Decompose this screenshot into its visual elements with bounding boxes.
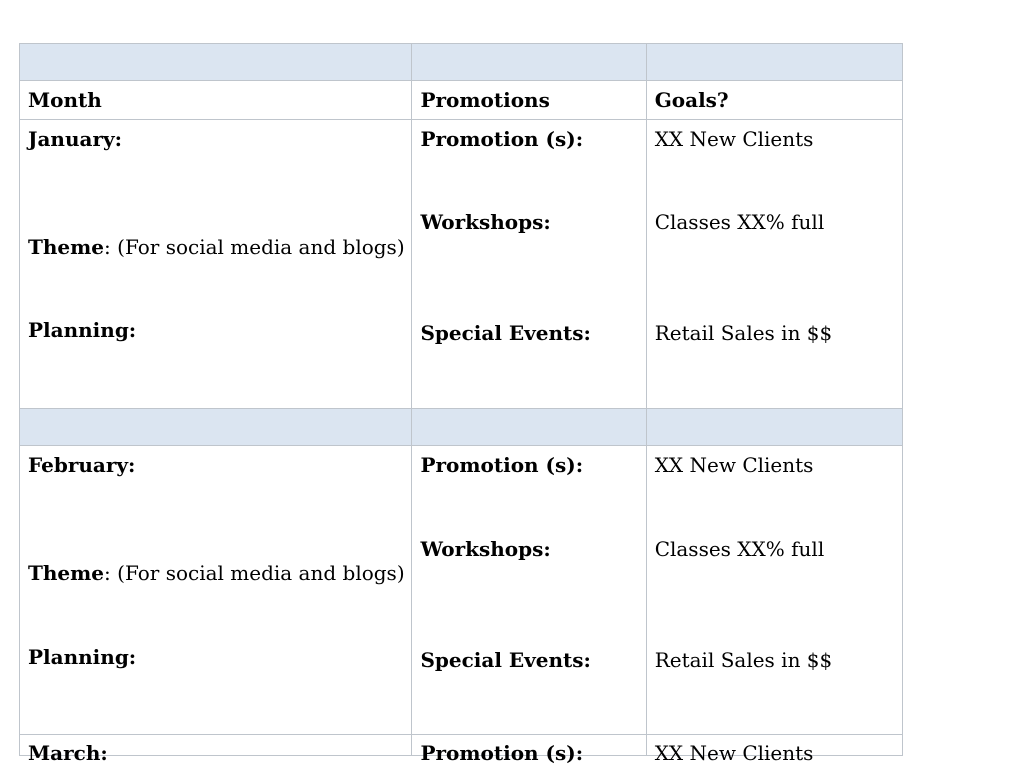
- month-header: Month: [28, 88, 102, 112]
- theme-line: Theme: (For social media and blogs): [28, 235, 405, 259]
- promotions-cell: Promotion (s): Workshops: Special Events…: [411, 445, 647, 735]
- month-row-february: February: Theme: (For social media and b…: [18, 445, 904, 735]
- month-name: March:: [28, 741, 108, 765]
- month-header-cell: Month: [18, 80, 413, 120]
- header-row: Month Promotions Goals?: [18, 80, 904, 120]
- shaded-band-cell: [645, 408, 904, 446]
- shaded-band-cell: [18, 408, 413, 446]
- month-cell: February: Theme: (For social media and b…: [18, 445, 413, 735]
- goals-header: Goals?: [654, 88, 729, 112]
- month-cell: January: Theme: (For social media and bl…: [18, 119, 413, 409]
- planning-label: Planning:: [28, 318, 137, 342]
- promotions-header: Promotions: [420, 88, 550, 112]
- month-cell: March:: [18, 734, 413, 765]
- promotions-header-cell: Promotions: [411, 80, 647, 120]
- marketing-calendar-table: Month Promotions Goals? January: Theme: …: [18, 43, 904, 765]
- goal-retail-sales: Retail Sales in $$: [654, 648, 833, 672]
- special-events-label: Special Events:: [420, 321, 591, 345]
- shaded-band-cell: [645, 43, 904, 81]
- goals-header-cell: Goals?: [645, 80, 904, 120]
- shaded-band-cell: [411, 408, 647, 446]
- goal-new-clients: XX New Clients: [654, 127, 814, 151]
- goal-new-clients: XX New Clients: [654, 741, 814, 765]
- shaded-band-cell: [411, 43, 647, 81]
- goals-cell: XX New Clients Classes XX% full Retail S…: [645, 445, 904, 735]
- goal-retail-sales: Retail Sales in $$: [654, 321, 833, 345]
- month-name: February:: [28, 453, 136, 477]
- promotion-label: Promotion (s):: [420, 127, 584, 151]
- workshops-label: Workshops:: [420, 210, 551, 234]
- month-row-january: January: Theme: (For social media and bl…: [18, 119, 904, 409]
- goal-new-clients: XX New Clients: [654, 453, 814, 477]
- theme-text: : (For social media and blogs): [104, 235, 405, 259]
- month-name: January:: [28, 127, 123, 151]
- promotion-label: Promotion (s):: [420, 741, 584, 765]
- theme-text: : (For social media and blogs): [104, 561, 405, 585]
- goal-classes-full: Classes XX% full: [654, 210, 825, 234]
- shaded-band-row: [18, 408, 904, 446]
- theme-line: Theme: (For social media and blogs): [28, 561, 405, 585]
- promotions-cell: Promotion (s): Workshops: Special Events…: [411, 119, 647, 409]
- workshops-label: Workshops:: [420, 537, 551, 561]
- shaded-band-cell: [18, 43, 413, 81]
- goals-cell: XX New Clients: [645, 734, 904, 765]
- promotions-cell: Promotion (s):: [411, 734, 647, 765]
- theme-label: Theme: [28, 561, 105, 585]
- theme-label: Theme: [28, 235, 105, 259]
- shaded-band-row: [18, 43, 904, 81]
- goals-cell: XX New Clients Classes XX% full Retail S…: [645, 119, 904, 409]
- promotion-label: Promotion (s):: [420, 453, 584, 477]
- goal-classes-full: Classes XX% full: [654, 537, 825, 561]
- special-events-label: Special Events:: [420, 648, 591, 672]
- month-row-cut-off: March: Promotion (s): XX New Clients: [18, 734, 904, 765]
- planning-label: Planning:: [28, 645, 137, 669]
